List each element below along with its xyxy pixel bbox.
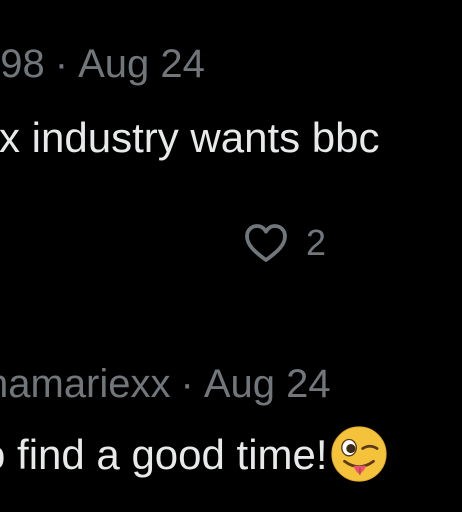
tweet-text: o find a good time! bbox=[0, 425, 388, 483]
user-handle[interactable]: n98 bbox=[0, 42, 45, 86]
tweet-date[interactable]: Aug 24 bbox=[204, 362, 331, 406]
tweet-header: n98·Aug 24 bbox=[0, 40, 205, 88]
winking-face-with-tongue-icon bbox=[330, 426, 387, 482]
separator-dot: · bbox=[180, 362, 194, 406]
reply-tweet[interactable]: n98·Aug 24 xx industry wants bbc 2 bbox=[0, 0, 462, 300]
separator-dot: · bbox=[54, 42, 69, 86]
tweet-date[interactable]: Aug 24 bbox=[78, 42, 205, 86]
like-count: 2 bbox=[306, 222, 327, 263]
like-button[interactable]: 2 bbox=[240, 218, 326, 268]
user-handle[interactable]: namariexx bbox=[0, 362, 171, 406]
tweet-text: xx industry wants bbc bbox=[0, 114, 380, 161]
reply-tweet[interactable]: namariexx · Aug 24 o find a good time! bbox=[0, 330, 462, 512]
tweet-header: namariexx · Aug 24 bbox=[0, 360, 331, 408]
heart-icon bbox=[245, 224, 287, 262]
tweet-text-content: o find a good time! bbox=[0, 431, 328, 478]
